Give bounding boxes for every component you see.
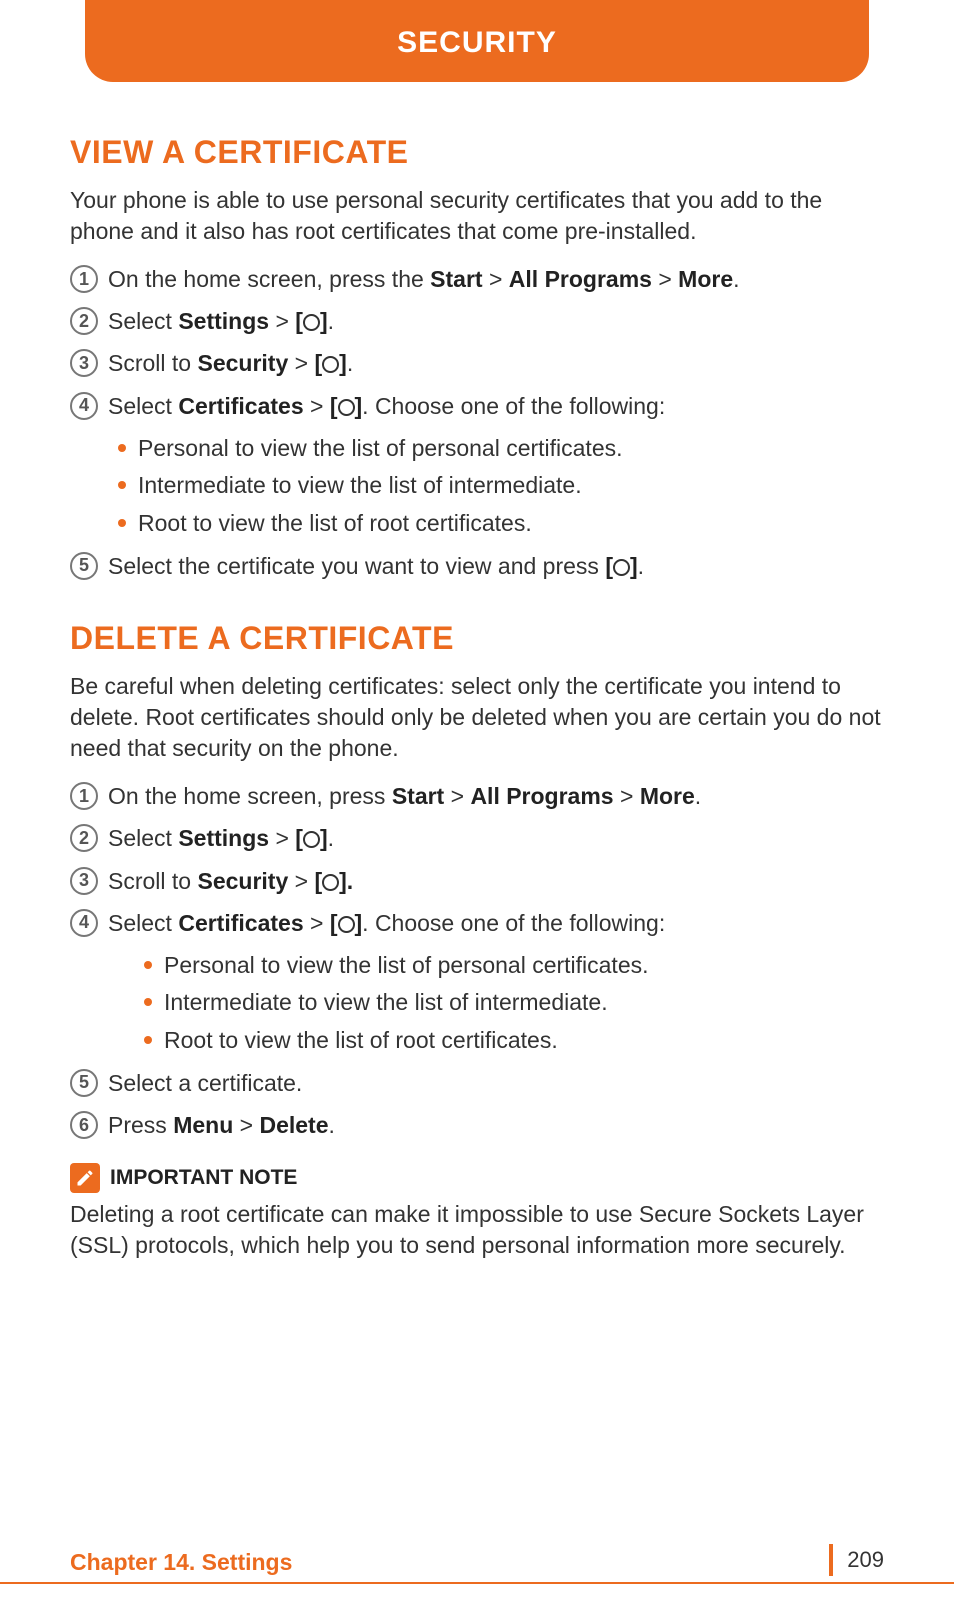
bullet-icon [118,444,126,452]
list-item: Root to view the list of root certificat… [144,1024,884,1057]
sub-list: Personal to view the list of personal ce… [118,432,884,540]
list-item: Root to view the list of root certificat… [118,507,884,540]
step: 2 Select Settings > []. [70,305,884,337]
section-intro: Your phone is able to use personal secur… [70,185,884,247]
section-intro: Be careful when deleting certificates: s… [70,671,884,764]
list-item-text: Root to view the list of root certificat… [164,1024,558,1057]
step-number: 3 [70,349,98,377]
ok-button-icon [322,874,339,891]
footer-rule [0,1582,954,1584]
ok-button-icon [303,314,320,331]
footer-divider [829,1544,833,1576]
step-number: 5 [70,552,98,580]
ok-button-icon [303,831,320,848]
page-header: SECURITY [85,0,869,82]
step-text: Scroll to Security > []. [108,865,884,897]
step-text: Select Settings > []. [108,305,884,337]
pencil-icon [70,1163,100,1193]
step-text: Select Certificates > []. Choose one of … [108,907,884,939]
step-text: Scroll to Security > []. [108,347,884,379]
step-number: 2 [70,307,98,335]
step-text: Press Menu > Delete. [108,1109,884,1141]
step: 4 Select Certificates > []. Choose one of… [70,390,884,422]
list-item-text: Personal to view the list of personal ce… [164,949,649,982]
list-item: Personal to view the list of personal ce… [144,949,884,982]
list-item-text: Personal to view the list of personal ce… [138,432,623,465]
important-note: IMPORTANT NOTE Deleting a root certifica… [70,1163,884,1261]
page-number: 209 [847,1547,884,1573]
step-number: 4 [70,909,98,937]
section-title: VIEW A CERTIFICATE [70,134,884,171]
step-text: Select Settings > []. [108,822,884,854]
step-number: 6 [70,1111,98,1139]
list-item: Personal to view the list of personal ce… [118,432,884,465]
step-number: 4 [70,392,98,420]
step-text: Select Certificates > []. Choose one of … [108,390,884,422]
page-content: VIEW A CERTIFICATE Your phone is able to … [70,134,884,1141]
step-text: On the home screen, press Start > All Pr… [108,780,884,812]
step: 2 Select Settings > []. [70,822,884,854]
bullet-icon [144,961,152,969]
step: 6 Press Menu > Delete. [70,1109,884,1141]
list-item-text: Intermediate to view the list of interme… [164,986,608,1019]
ok-button-icon [613,559,630,576]
ok-button-icon [338,916,355,933]
sub-list: Personal to view the list of personal ce… [144,949,884,1057]
step: 5 Select the certificate you want to view… [70,550,884,582]
list-item-text: Intermediate to view the list of interme… [138,469,582,502]
step-number: 5 [70,1069,98,1097]
ok-button-icon [338,399,355,416]
step: 3 Scroll to Security > []. [70,347,884,379]
step-number: 3 [70,867,98,895]
bullet-icon [144,1036,152,1044]
step: 3 Scroll to Security > []. [70,865,884,897]
step-number: 1 [70,265,98,293]
bullet-icon [118,519,126,527]
chapter-label: Chapter 14. Settings [70,1549,292,1576]
section-title: DELETE A CERTIFICATE [70,620,884,657]
list-item: Intermediate to view the list of interme… [144,986,884,1019]
step: 5 Select a certificate. [70,1067,884,1099]
step-text: Select a certificate. [108,1067,884,1099]
list-item: Intermediate to view the list of interme… [118,469,884,502]
bullet-icon [144,998,152,1006]
step-text: On the home screen, press the Start > Al… [108,263,884,295]
step-text: Select the certificate you want to view … [108,550,884,582]
note-text: Deleting a root certificate can make it … [70,1199,884,1261]
step-number: 1 [70,782,98,810]
step: 4 Select Certificates > []. Choose one of… [70,907,884,939]
list-item-text: Root to view the list of root certificat… [138,507,532,540]
step-number: 2 [70,824,98,852]
bullet-icon [118,481,126,489]
step: 1 On the home screen, press the Start > A… [70,263,884,295]
page-footer: Chapter 14. Settings 209 [0,1544,954,1576]
ok-button-icon [322,356,339,373]
step: 1 On the home screen, press Start > All P… [70,780,884,812]
note-label: IMPORTANT NOTE [110,1166,297,1190]
